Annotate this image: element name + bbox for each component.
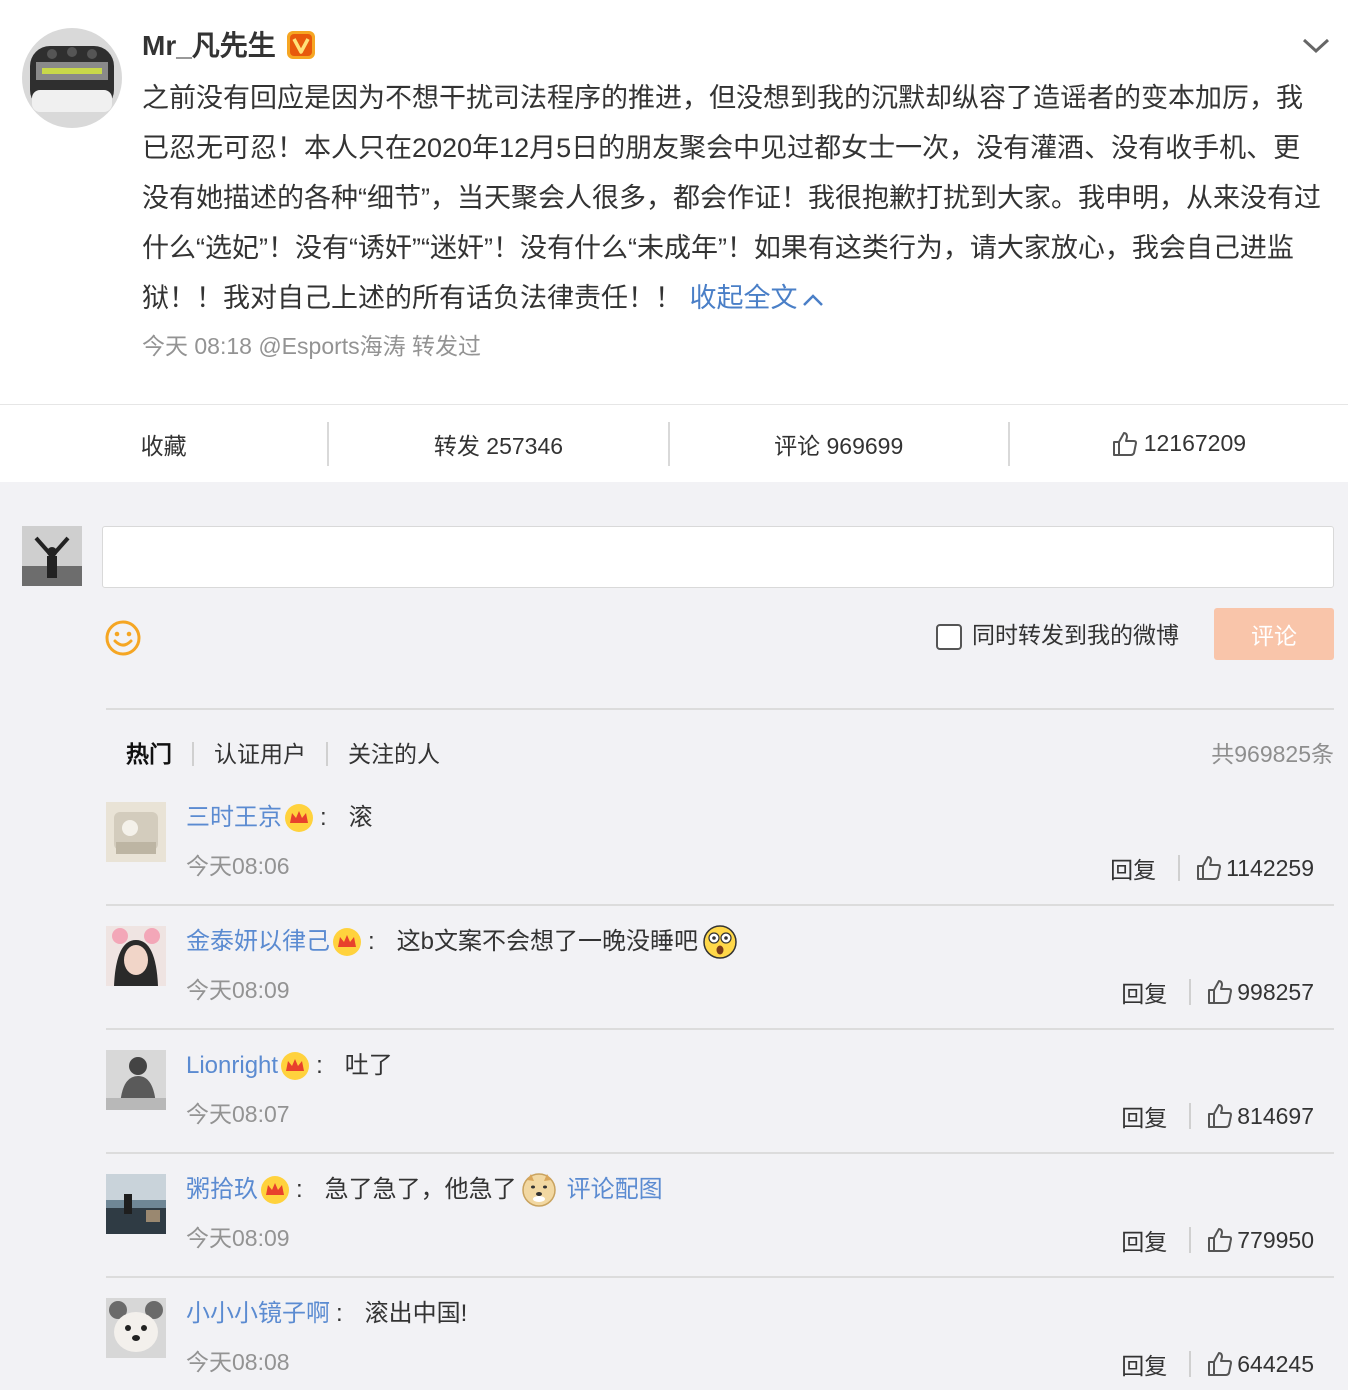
commenter-avatar[interactable] — [106, 1298, 166, 1358]
comment-item: 小小小镜子啊 : 滚出中国! 今天08:08 回复 644245 — [106, 1278, 1334, 1390]
verified-v-icon — [287, 31, 315, 59]
comment-total-count: 共969825条 — [1211, 741, 1334, 767]
reply-button[interactable]: 回复 — [1121, 1099, 1167, 1133]
comment-like-button[interactable]: 644245 — [1207, 1351, 1314, 1378]
commenter-name[interactable]: 金泰妍以律己 — [186, 918, 330, 966]
post-text: 之前没有回应是因为不想干扰司法程序的推进，但没想到我的沉默却纵容了造谣者的变本加… — [142, 83, 1321, 313]
thumbs-up-icon — [1208, 1352, 1233, 1376]
repost-button[interactable]: 转发 257346 — [329, 422, 667, 466]
comment-text: 滚 — [348, 804, 373, 831]
commenter-name[interactable]: 三时王京 — [186, 794, 282, 842]
collapse-full-text-link[interactable]: 收起全文 — [690, 283, 826, 313]
comment-time: 今天08:06 — [186, 853, 290, 879]
comment-like-button[interactable]: 779950 — [1207, 1227, 1314, 1254]
repost-checkbox[interactable] — [936, 624, 962, 650]
comment-actions: 回复 644245 — [1121, 1346, 1314, 1382]
thumbs-up-icon — [1208, 980, 1233, 1004]
tab-verified-users[interactable]: 认证用户 — [194, 734, 326, 774]
comment-line: Lionright : 吐了 — [186, 1042, 393, 1090]
colon: : — [336, 1300, 343, 1327]
tab-following[interactable]: 关注的人 — [328, 734, 460, 774]
author-avatar[interactable] — [22, 28, 122, 128]
comment-item: 三时王京 : 滚 今天08:06 回复 1142259 — [106, 782, 1334, 906]
tab-hot[interactable]: 热门 — [106, 734, 192, 774]
crown-badge-icon — [281, 1052, 310, 1080]
comment-time: 今天08:09 — [186, 1225, 290, 1251]
comment-time: 今天08:09 — [186, 977, 290, 1003]
doge-face-icon — [521, 1173, 556, 1207]
crown-badge-icon — [285, 804, 313, 832]
comment-input[interactable] — [102, 526, 1334, 588]
colon: : — [320, 804, 327, 831]
thumbs-up-icon — [1197, 856, 1222, 880]
commenter-avatar[interactable] — [106, 1174, 166, 1234]
divider — [1189, 979, 1192, 1005]
author-name[interactable]: Mr_凡先生 — [142, 26, 276, 66]
like-button[interactable]: 12167209 — [1010, 422, 1348, 466]
colon: : — [316, 1052, 323, 1079]
comment-button[interactable]: 评论 969699 — [670, 422, 1008, 466]
comment-text: 急了急了，他急了 — [324, 1176, 517, 1203]
comment-actions: 回复 1142259 — [1110, 850, 1314, 886]
comment-item: 粥拾玖 : 急了急了，他急了 评论配图 今天08:09 回复 779950 — [106, 1154, 1334, 1278]
submit-comment-button[interactable]: 评论 — [1214, 608, 1334, 660]
thumbs-up-icon — [1208, 1104, 1233, 1128]
weibo-post-page: Mr_凡先生 之前没有回应是因为不想干扰司法程序的推进，但没想到我的沉默却纵容了… — [0, 0, 1348, 1390]
comment-text: 吐了 — [344, 1052, 393, 1079]
comment-like-button[interactable]: 1142259 — [1196, 855, 1314, 882]
chevron-down-icon[interactable] — [1300, 34, 1332, 58]
emoji-smiley-icon[interactable] — [104, 619, 142, 657]
favorite-button[interactable]: 收藏 — [0, 422, 327, 466]
commenter-name[interactable]: Lionright — [186, 1042, 278, 1090]
comment-item: 金泰妍以律己 : 这b文案不会想了一晚没睡吧 今天08:09 回复 998257 — [106, 906, 1334, 1030]
shocked-face-icon — [703, 925, 737, 959]
crown-badge-icon — [261, 1176, 289, 1204]
post-action-bar: 收藏 转发 257346 评论 969699 12167209 — [0, 404, 1348, 482]
colon: : — [368, 928, 375, 955]
comment-text: 滚出中国! — [364, 1300, 468, 1327]
comment-item: Lionright : 吐了 今天08:07 回复 814697 — [106, 1030, 1334, 1154]
comment-like-button[interactable]: 998257 — [1207, 979, 1314, 1006]
comment-like-button[interactable]: 814697 — [1207, 1103, 1314, 1130]
reply-button[interactable]: 回复 — [1121, 975, 1167, 1009]
comment-actions: 回复 998257 — [1121, 974, 1314, 1010]
divider — [1189, 1351, 1192, 1377]
reply-button[interactable]: 回复 — [1110, 851, 1156, 885]
colon: : — [296, 1176, 303, 1203]
reply-button[interactable]: 回复 — [1121, 1347, 1167, 1381]
comment-time: 今天08:08 — [186, 1349, 290, 1375]
commenter-avatar[interactable] — [106, 1050, 166, 1110]
commenter-name[interactable]: 粥拾玖 — [186, 1166, 258, 1214]
comment-line: 小小小镜子啊 : 滚出中国! — [186, 1290, 467, 1338]
commenter-avatar[interactable] — [106, 802, 166, 862]
comment-filter-tabs: 热门 认证用户 关注的人 — [106, 734, 460, 774]
crown-badge-icon — [333, 928, 361, 956]
comment-line: 粥拾玖 : 急了急了，他急了 评论配图 — [186, 1166, 663, 1214]
post-meta: 今天 08:18 @Esports海涛 转发过 — [142, 333, 482, 359]
my-avatar[interactable] — [22, 526, 82, 586]
divider — [106, 708, 1334, 710]
post-content: 之前没有回应是因为不想干扰司法程序的推进，但没想到我的沉默却纵容了造谣者的变本加… — [142, 73, 1322, 323]
comment-time: 今天08:07 — [186, 1101, 290, 1127]
repost-checkbox-label[interactable]: 同时转发到我的微博 — [972, 617, 1179, 653]
comment-line: 三时王京 : 滚 — [186, 794, 373, 842]
thumbs-up-icon — [1112, 431, 1137, 456]
comment-actions: 回复 814697 — [1121, 1098, 1314, 1134]
divider — [1189, 1227, 1192, 1253]
comment-line: 金泰妍以律己 : 这b文案不会想了一晚没睡吧 — [186, 918, 738, 966]
reply-button[interactable]: 回复 — [1121, 1223, 1167, 1257]
post-card: Mr_凡先生 之前没有回应是因为不想干扰司法程序的推进，但没想到我的沉默却纵容了… — [0, 0, 1348, 482]
thumbs-up-icon — [1208, 1228, 1233, 1252]
divider — [1189, 1103, 1192, 1129]
chevron-up-icon — [802, 294, 823, 306]
comment-image-link[interactable]: 评论配图 — [567, 1166, 663, 1214]
divider — [1178, 855, 1181, 881]
commenter-name[interactable]: 小小小镜子啊 — [186, 1290, 330, 1338]
comment-actions: 回复 779950 — [1121, 1222, 1314, 1258]
comment-text: 这b文案不会想了一晚没睡吧 — [396, 928, 699, 955]
commenter-avatar[interactable] — [106, 926, 166, 986]
